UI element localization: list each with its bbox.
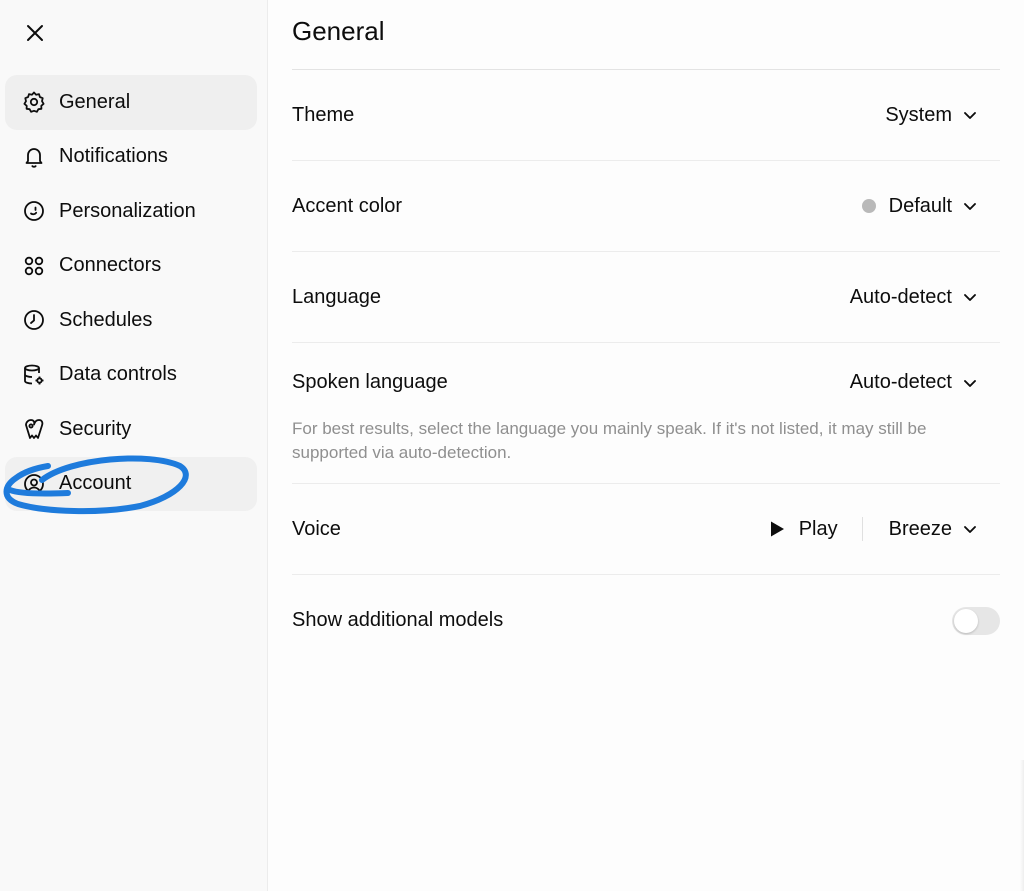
setting-label: Voice (292, 517, 341, 540)
sidebar-item-label: Connectors (59, 254, 162, 277)
setting-label: Theme (292, 103, 355, 126)
page-title: General (292, 16, 385, 46)
setting-row-additional-models: Show additional models (292, 575, 1000, 666)
dropdown-value: Breeze (888, 517, 952, 540)
close-icon (27, 25, 43, 41)
voice-dropdown[interactable]: Breeze (889, 518, 1000, 541)
sidebar-item-label: General (59, 90, 131, 113)
additional-models-toggle[interactable] (952, 606, 1000, 635)
shield-key-icon (21, 416, 47, 442)
window-edge-shadow (1020, 760, 1024, 891)
dropdown-value: Auto-detect (849, 285, 952, 308)
setting-label: Show additional models (292, 609, 504, 631)
chevron-down-icon (962, 521, 978, 537)
dropdown-value: System (885, 103, 952, 126)
chevron-down-icon (962, 198, 978, 214)
sidebar-item-general[interactable]: General (5, 75, 257, 130)
settings-sidebar: General Notifications Personalization Co… (0, 0, 268, 891)
gear-icon (21, 89, 47, 115)
spoken-language-dropdown[interactable]: Auto-detect (850, 371, 1000, 394)
smile-circle-icon (21, 198, 47, 224)
clock-icon (21, 307, 47, 333)
chevron-down-icon (962, 107, 978, 123)
close-button[interactable] (20, 18, 50, 48)
setting-row-voice: Voice Play Breeze (292, 484, 1000, 575)
voice-controls: Play Breeze (769, 517, 1000, 541)
dropdown-value: Auto-detect (849, 371, 952, 393)
sidebar-item-label: Data controls (59, 363, 177, 386)
setting-label: Accent color (292, 194, 403, 217)
play-label: Play (798, 517, 838, 540)
play-icon (769, 520, 785, 538)
sidebar-item-security[interactable]: Security (5, 402, 257, 457)
setting-row-language: Language Auto-detect (292, 252, 1000, 343)
setting-row-accent-color: Accent color Default (292, 161, 1000, 252)
setting-label: Spoken language (292, 371, 448, 393)
chevron-down-icon (962, 289, 978, 305)
setting-row-theme: Theme System (292, 70, 1000, 161)
setting-label: Language (292, 285, 381, 308)
sidebar-item-connectors[interactable]: Connectors (5, 239, 257, 294)
settings-content: General Theme System Accent color Defaul… (268, 0, 1024, 891)
settings-window: General Notifications Personalization Co… (0, 0, 1024, 891)
voice-separator (861, 517, 863, 541)
sidebar-item-data-controls[interactable]: Data controls (5, 348, 257, 403)
sidebar-item-notifications[interactable]: Notifications (5, 130, 257, 185)
accent-swatch (861, 199, 876, 213)
sidebar-item-label: Schedules (59, 308, 153, 331)
sidebar-item-schedules[interactable]: Schedules (5, 293, 257, 348)
sidebar-item-account[interactable]: Account (5, 456, 257, 511)
sidebar-item-label: Notifications (59, 145, 168, 168)
dropdown-value: Default (888, 194, 952, 217)
sidebar-item-label: Security (59, 417, 132, 440)
accent-color-dropdown[interactable]: Default (861, 194, 1000, 218)
spoken-language-helper-text: For best results, select the language yo… (292, 419, 927, 462)
sidebar-item-personalization[interactable]: Personalization (5, 184, 257, 239)
play-voice-button[interactable]: Play (769, 518, 862, 541)
database-gear-icon (21, 362, 47, 388)
language-dropdown[interactable]: Auto-detect (850, 286, 1000, 309)
settings-nav: General Notifications Personalization Co… (5, 75, 257, 511)
bell-icon (21, 144, 47, 170)
chevron-down-icon (962, 375, 978, 391)
sidebar-item-label: Personalization (59, 199, 196, 222)
theme-dropdown[interactable]: System (885, 104, 1000, 127)
sidebar-item-label: Account (59, 472, 132, 495)
user-circle-icon (21, 471, 47, 497)
toggle-knob (954, 608, 978, 633)
connectors-icon (21, 253, 47, 279)
